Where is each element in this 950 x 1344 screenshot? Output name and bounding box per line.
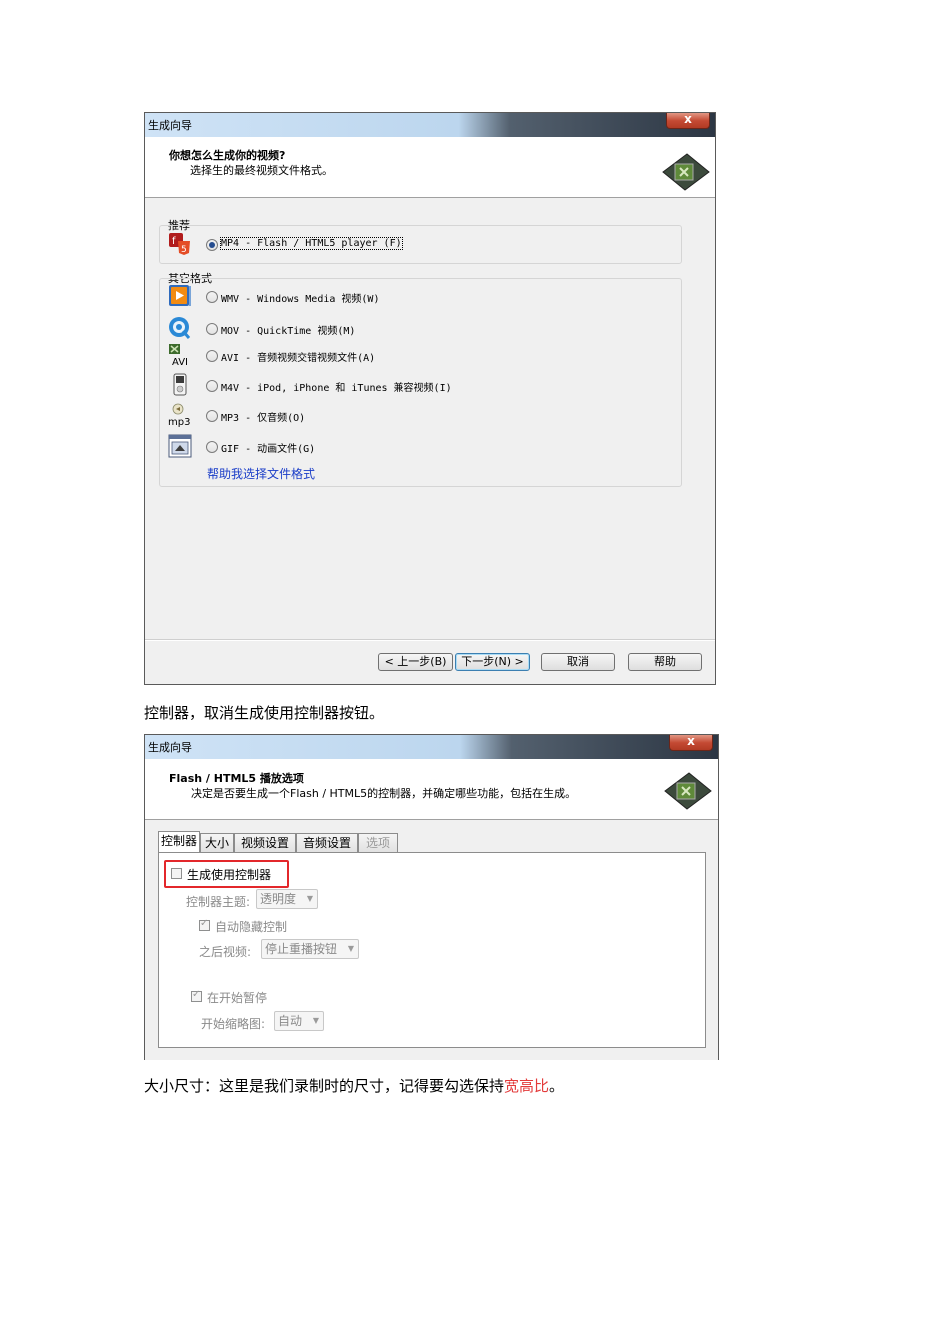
controller-tab-panel: 生成使用控制器 控制器主题: 透明度 ▼ 自动隐藏控制 之后视频: 停止重播按钮… xyxy=(158,852,706,1048)
quicktime-icon xyxy=(169,317,191,339)
paragraph-size-text: 大小尺寸：这里是我们录制时的尺寸，记得要勾选保持 xyxy=(144,1077,505,1095)
tab-size[interactable]: 大小 xyxy=(200,833,234,853)
ipod-icon xyxy=(173,373,187,396)
format-label-mp3: MP3 - 仅音频(O) xyxy=(221,413,306,424)
after-video-value: 停止重播按钮 xyxy=(265,942,338,956)
svg-text:AVI: AVI xyxy=(172,357,188,367)
flash-html5-icon: f 5 xyxy=(169,233,190,255)
close-button[interactable]: x xyxy=(666,113,710,129)
radio-wmv[interactable] xyxy=(206,291,218,303)
theme-dropdown[interactable]: 透明度 ▼ xyxy=(256,889,318,909)
gif-animation-icon xyxy=(168,434,192,458)
start-thumbnail-value: 自动 xyxy=(278,1014,303,1028)
button-separator xyxy=(145,639,715,641)
close-button[interactable]: x xyxy=(669,735,713,751)
radio-mp3[interactable] xyxy=(206,410,218,422)
theme-label: 控制器主题: xyxy=(186,895,251,909)
tab-video-settings[interactable]: 视频设置 xyxy=(234,833,296,853)
next-button[interactable]: 下一步(N) > xyxy=(455,653,530,671)
tab-options[interactable]: 选项 xyxy=(358,833,398,853)
wizard-dialog-format: 生成向导 x 你想怎么生成你的视频? 选择生的最终视频文件格式。 推荐 f 5 … xyxy=(144,112,716,685)
autohide-label: 自动隐藏控制 xyxy=(215,920,288,934)
format-row-mp3[interactable]: mp3 MP3 - 仅音频(O) xyxy=(168,403,468,427)
chevron-down-icon: ▼ xyxy=(312,1016,319,1025)
theme-value: 透明度 xyxy=(260,892,297,906)
avi-file-icon: AVI xyxy=(169,344,188,367)
start-thumbnail-dropdown[interactable]: 自动 ▼ xyxy=(274,1011,324,1031)
format-label-wmv: WMV - Windows Media 视频(W) xyxy=(221,294,380,305)
header-subtitle: 决定是否要生成一个Flash / HTML5的控制器，并确定哪些功能，包括在生成… xyxy=(191,787,577,800)
mp3-audio-icon: mp3 xyxy=(168,403,190,427)
help-button[interactable]: 帮助 xyxy=(628,653,702,671)
chevron-down-icon: ▼ xyxy=(306,894,313,903)
radio-gif[interactable] xyxy=(206,441,218,453)
title-bar[interactable]: 生成向导 x xyxy=(145,735,718,759)
wizard-header: Flash / HTML5 播放选项 决定是否要生成一个Flash / HTML… xyxy=(145,759,718,820)
format-label-mp4: MP4 - Flash / HTML5 player (F) xyxy=(220,237,403,250)
camtasia-logo-icon xyxy=(662,153,710,191)
paragraph-size: 大小尺寸：这里是我们录制时的尺寸，记得要勾选保持宽高比。 xyxy=(144,1075,564,1096)
format-row-mov[interactable]: MOV - QuickTime 视频(M) xyxy=(168,316,468,340)
svg-text:f: f xyxy=(172,236,176,247)
window-title: 生成向导 xyxy=(148,741,192,754)
use-controller-label: 生成使用控制器 xyxy=(187,868,272,882)
format-label-gif: GIF - 动画文件(G) xyxy=(221,444,316,455)
help-choose-format-link[interactable]: 帮助我选择文件格式 xyxy=(207,465,315,482)
format-row-avi[interactable]: AVI AVI - 音频视频交错视频文件(A) xyxy=(168,343,468,367)
wizard-header: 你想怎么生成你的视频? 选择生的最终视频文件格式。 xyxy=(145,137,715,198)
format-row-mp4[interactable]: f 5 MP4 - Flash / HTML5 player (F) xyxy=(168,232,468,256)
camtasia-logo-icon xyxy=(664,772,712,810)
header-subtitle: 选择生的最终视频文件格式。 xyxy=(190,164,333,177)
pause-at-start-checkbox[interactable] xyxy=(191,989,202,1002)
radio-mp4[interactable] xyxy=(206,239,218,251)
header-title: 你想怎么生成你的视频? xyxy=(169,149,286,162)
format-row-gif[interactable]: GIF - 动画文件(G) xyxy=(168,434,468,458)
tab-audio-settings[interactable]: 音频设置 xyxy=(296,833,358,853)
format-row-m4v[interactable]: M4V - iPod, iPhone 和 iTunes 兼容视频(I) xyxy=(168,373,488,397)
window-title: 生成向导 xyxy=(148,119,192,132)
back-button[interactable]: < 上一步(B) xyxy=(378,653,453,671)
chevron-down-icon: ▼ xyxy=(347,944,354,953)
after-video-label: 之后视频: xyxy=(199,945,252,959)
format-label-m4v: M4V - iPod, iPhone 和 iTunes 兼容视频(I) xyxy=(221,383,452,394)
start-thumbnail-label: 开始缩略图: xyxy=(201,1017,266,1031)
after-video-dropdown[interactable]: 停止重播按钮 ▼ xyxy=(261,939,359,959)
paragraph-controller: 控制器，取消生成使用控制器按钮。 xyxy=(144,704,385,722)
autohide-checkbox[interactable] xyxy=(199,918,210,931)
svg-text:mp3: mp3 xyxy=(168,417,190,427)
radio-mov[interactable] xyxy=(206,323,218,335)
format-label-avi: AVI - 音频视频交错视频文件(A) xyxy=(221,353,376,364)
pause-at-start-label: 在开始暂停 xyxy=(207,991,268,1005)
use-controller-checkbox[interactable] xyxy=(171,868,182,879)
radio-m4v[interactable] xyxy=(206,380,218,392)
cancel-button[interactable]: 取消 xyxy=(541,653,615,671)
svg-text:5: 5 xyxy=(181,245,187,255)
radio-avi[interactable] xyxy=(206,350,218,362)
tab-controller[interactable]: 控制器 xyxy=(158,831,200,853)
paragraph-size-end: 。 xyxy=(549,1077,565,1095)
format-row-wmv[interactable]: WMV - Windows Media 视频(W) xyxy=(168,284,468,308)
format-label-mov: MOV - QuickTime 视频(M) xyxy=(221,326,356,337)
aspect-ratio-highlight: 宽高比 xyxy=(504,1077,550,1095)
header-title: Flash / HTML5 播放选项 xyxy=(169,772,304,785)
title-bar[interactable]: 生成向导 x xyxy=(145,113,715,137)
wizard-dialog-flash-options: 生成向导 x Flash / HTML5 播放选项 决定是否要生成一个Flash… xyxy=(144,734,719,1060)
windows-media-icon xyxy=(169,285,191,306)
